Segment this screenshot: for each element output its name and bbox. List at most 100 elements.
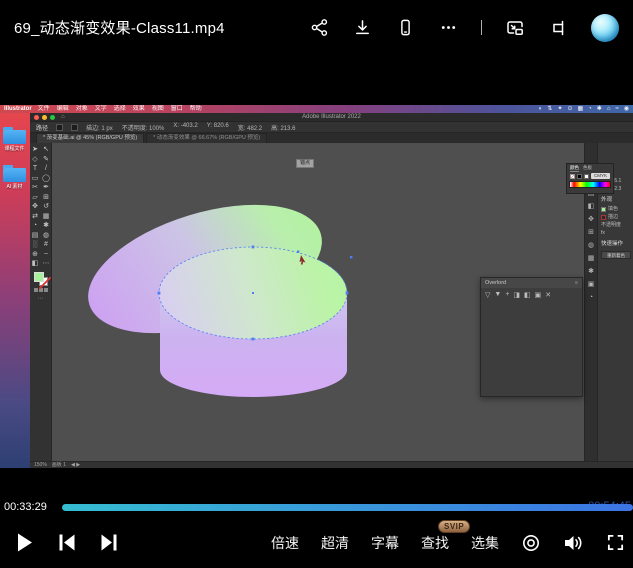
desktop-folder[interactable]: 课程文件 [3, 127, 26, 152]
mobile-icon[interactable] [395, 18, 415, 38]
none-swatch[interactable] [570, 174, 575, 179]
tool-icon[interactable]: ✱ [42, 221, 51, 231]
app-menu-name[interactable]: Illustrator [4, 106, 32, 112]
control-field[interactable]: 宽: 482.2 [238, 123, 262, 132]
tool-icon[interactable]: ◍ [42, 231, 51, 241]
dock-panel-icon[interactable]: ⊞ [588, 229, 594, 237]
plugin-icon[interactable]: ▽ [485, 291, 490, 299]
status-icon[interactable]: ⊙ [567, 105, 572, 113]
color-mode-label[interactable]: CMYK [591, 173, 610, 179]
tool-icon[interactable]: ▦ [42, 212, 51, 222]
control-field[interactable]: X: -403.2 [173, 123, 197, 132]
plugin-icon[interactable]: + [505, 291, 509, 299]
quick-action-button[interactable]: 重新着色 [601, 251, 631, 259]
menu-item[interactable]: 文字 [95, 105, 107, 113]
tool-icon[interactable]: ✂ [31, 183, 40, 193]
toolbar-more-icon[interactable]: ⋯ [38, 295, 44, 302]
dock-panel-icon[interactable]: ▦ [588, 255, 595, 263]
panel-menu-icon[interactable]: ≡ [575, 278, 578, 288]
plugin-icon[interactable]: ▣ [535, 291, 542, 299]
dock-panel-icon[interactable]: ✱ [588, 268, 594, 276]
artboard-arrows[interactable]: ◀ ▶ [71, 462, 80, 469]
video-stage[interactable]: Illustrator 文件编辑对象文字选择效果视图窗口帮助 ◐⇅✦⊙▦◔✱⌂≈… [0, 55, 633, 497]
color-panel[interactable]: 颜色 色板 CMYK [566, 163, 614, 194]
dock-panel-icon[interactable]: ✥ [588, 216, 594, 224]
tool-icon[interactable]: ◇ [31, 155, 40, 165]
record-icon[interactable] [521, 533, 541, 553]
status-icon[interactable]: ⌂ [607, 105, 611, 113]
avatar[interactable] [591, 14, 619, 42]
status-icon[interactable]: ✦ [557, 105, 562, 113]
quality-button[interactable]: 超清 [321, 533, 349, 553]
plugin-icon[interactable]: ✕ [545, 291, 551, 299]
menu-item[interactable]: 对象 [76, 105, 88, 113]
tool-icon[interactable]: ▤ [31, 231, 40, 241]
white-swatch[interactable] [584, 174, 589, 179]
dock-panel-icon[interactable]: ◔ [589, 294, 593, 302]
tool-icon[interactable]: # [42, 240, 51, 250]
tool-icon[interactable]: ◧ [31, 259, 40, 269]
menu-item[interactable]: 编辑 [57, 105, 69, 113]
document-tab-active[interactable]: * 渐变基础.ai @ 45% (RGB/GPU 预览) [36, 133, 144, 143]
tool-icon[interactable]: ↺ [42, 202, 51, 212]
menu-item[interactable]: 视图 [152, 105, 164, 113]
stroke-color-chip[interactable] [601, 215, 606, 220]
tool-icon[interactable]: ▱ [31, 193, 40, 203]
menu-item[interactable]: 文件 [38, 105, 50, 113]
menu-item[interactable]: 帮助 [190, 105, 202, 113]
tool-icon[interactable]: ⊕ [31, 250, 40, 260]
tool-icon[interactable]: ~ [42, 250, 51, 260]
tool-icon[interactable]: ✥ [31, 202, 40, 212]
next-button[interactable] [101, 534, 117, 551]
opacity-field[interactable]: 不透明度 [601, 221, 631, 229]
fill-swatch[interactable] [34, 272, 44, 282]
plugin-panel-header[interactable]: Overlord ≡ [481, 278, 582, 288]
dock-panel-icon[interactable]: ◧ [588, 203, 595, 211]
download-icon[interactable] [352, 18, 372, 38]
stroke-chip[interactable] [71, 124, 78, 131]
tool-icon[interactable]: ✎ [42, 155, 51, 165]
status-icon[interactable]: ⇅ [547, 105, 552, 113]
speed-button[interactable]: 倍速 [271, 533, 299, 553]
tool-icon[interactable]: ▭ [31, 174, 40, 184]
canvas[interactable]: 锚点 Overlord ≡ ▽▼+◨◧▣✕ 颜色 [52, 143, 584, 461]
plugin-icon[interactable]: ◨ [513, 291, 520, 299]
play-button[interactable] [17, 533, 33, 552]
color-spectrum[interactable] [569, 181, 611, 188]
tab-color[interactable]: 颜色 [570, 165, 579, 172]
dock-to-side-icon[interactable] [548, 18, 568, 38]
tool-icon[interactable]: ◔ [31, 221, 40, 231]
tool-icon[interactable]: ◯ [42, 174, 51, 184]
tool-icon[interactable]: ✒ [42, 183, 51, 193]
menu-item[interactable]: 窗口 [171, 105, 183, 113]
tool-icon[interactable]: ░ [31, 240, 40, 250]
artboard-nav[interactable]: 画板 1 [52, 462, 66, 469]
status-icon[interactable]: ◉ [624, 105, 629, 113]
status-icon[interactable]: ▦ [578, 105, 584, 113]
dock-panel-icon[interactable]: ◍ [588, 242, 594, 250]
plugin-icon[interactable]: ◧ [524, 291, 531, 299]
dock-panel-icon[interactable]: ▣ [588, 281, 595, 289]
fullscreen-icon[interactable] [606, 533, 625, 552]
status-icon[interactable]: ✱ [597, 105, 602, 113]
zoom-level[interactable]: 150% [34, 462, 47, 469]
tool-icon[interactable]: / [42, 164, 51, 174]
tool-icon[interactable]: ⊞ [42, 193, 51, 203]
floating-plugin-panel[interactable]: Overlord ≡ ▽▼+◨◧▣✕ [480, 277, 583, 397]
fill-color-chip[interactable] [601, 207, 606, 212]
status-icon[interactable]: ◔ [588, 105, 592, 113]
desktop-folder[interactable]: AI 素材 [3, 165, 26, 190]
status-icon[interactable]: ◐ [539, 105, 543, 113]
previous-button[interactable] [59, 534, 75, 551]
find-button[interactable]: 查找 SVIP [421, 533, 449, 553]
tool-icon[interactable]: ➤ [31, 145, 40, 155]
control-field[interactable]: Y: 820.6 [207, 123, 229, 132]
status-icon[interactable]: ≈ [615, 105, 618, 113]
subtitle-button[interactable]: 字幕 [371, 533, 399, 553]
volume-icon[interactable] [563, 533, 584, 553]
fx-button[interactable]: fx [601, 229, 631, 237]
document-tab[interactable]: * 动态渐变效果 @ 66.67% (RGB/GPU 预览) [146, 133, 267, 143]
episodes-button[interactable]: 选集 [471, 533, 499, 553]
control-field[interactable]: 不透明度: 100% [122, 123, 165, 132]
tool-icon[interactable]: ⇄ [31, 212, 40, 222]
